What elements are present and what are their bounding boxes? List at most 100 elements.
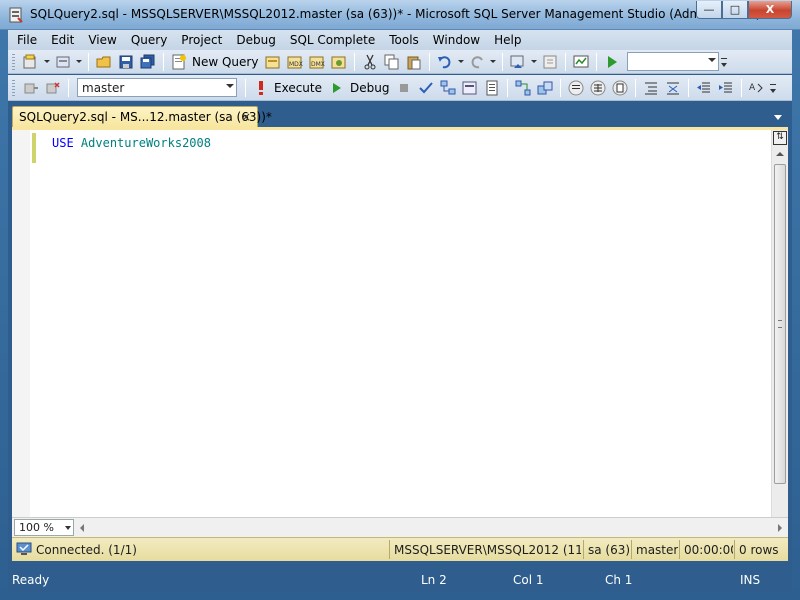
results-to-file-icon[interactable] bbox=[612, 80, 628, 96]
include-actual-plan-icon[interactable] bbox=[515, 80, 531, 96]
menu-sql-complete[interactable]: SQL Complete bbox=[283, 30, 382, 50]
menu-file[interactable]: File bbox=[10, 30, 44, 50]
available-databases-combo[interactable]: master bbox=[77, 78, 237, 97]
new-query-icon[interactable] bbox=[171, 54, 187, 70]
status-line: Ln 2 bbox=[421, 573, 447, 587]
toolbar-grip[interactable] bbox=[12, 53, 15, 70]
new-query-button[interactable]: New Query bbox=[192, 55, 258, 69]
chevron-down-icon[interactable] bbox=[531, 60, 538, 63]
copy-icon[interactable] bbox=[384, 54, 400, 70]
status-login: sa (63) bbox=[583, 540, 629, 559]
results-to-grid-icon[interactable] bbox=[590, 80, 606, 96]
toolbar-options-icon[interactable] bbox=[769, 80, 777, 96]
chevron-down-icon[interactable] bbox=[76, 60, 82, 63]
title-bar[interactable]: SQLQuery2.sql - MSSQLSERVER\MSSQL2012.ma… bbox=[0, 0, 800, 30]
chevron-down-icon[interactable] bbox=[44, 60, 50, 63]
scroll-left-icon[interactable] bbox=[80, 524, 84, 532]
zoom-combo[interactable]: 100 % bbox=[14, 519, 74, 536]
toolbar-separator bbox=[502, 52, 504, 71]
status-elapsed-time: 00:00:00 bbox=[679, 540, 733, 559]
save-all-icon[interactable] bbox=[140, 54, 156, 70]
connect-icon[interactable] bbox=[23, 80, 39, 96]
display-estimated-plan-icon[interactable] bbox=[440, 80, 456, 96]
paste-icon[interactable] bbox=[406, 54, 422, 70]
debug-button[interactable]: Debug bbox=[350, 81, 389, 95]
toolbar-separator bbox=[354, 52, 356, 71]
open-folder-icon[interactable] bbox=[96, 54, 112, 70]
query-options-icon[interactable] bbox=[462, 80, 478, 96]
save-icon[interactable] bbox=[118, 54, 134, 70]
new-project-icon[interactable] bbox=[23, 54, 39, 70]
menu-debug[interactable]: Debug bbox=[229, 30, 282, 50]
maximize-button[interactable]: □ bbox=[722, 1, 748, 19]
toolbar-separator bbox=[560, 78, 562, 97]
ssms-app-icon[interactable] bbox=[8, 7, 24, 23]
menu-view[interactable]: View bbox=[81, 30, 123, 50]
vertical-scrollbar[interactable]: ⇅ bbox=[771, 130, 788, 537]
horizontal-scrollbar[interactable]: 100 % bbox=[12, 517, 788, 537]
scroll-right-icon[interactable] bbox=[778, 524, 782, 532]
change-connection-icon[interactable] bbox=[45, 80, 61, 96]
query-status-bar: Connected. (1/1) MSSQLSERVER\MSSQL2012 (… bbox=[12, 537, 788, 561]
increase-indent-icon[interactable] bbox=[718, 80, 734, 96]
execute-button[interactable]: Execute bbox=[274, 81, 322, 95]
redo-icon[interactable] bbox=[469, 54, 485, 70]
toolbar-options-icon[interactable] bbox=[720, 54, 728, 70]
active-files-dropdown-icon[interactable] bbox=[774, 115, 782, 120]
scroll-up-icon[interactable] bbox=[776, 152, 784, 156]
query-editor[interactable]: USE AdventureWorks2008 ⇅ bbox=[12, 127, 788, 537]
menu-project[interactable]: Project bbox=[174, 30, 229, 50]
svg-text:MDX: MDX bbox=[289, 61, 303, 68]
start-debugging-icon[interactable] bbox=[604, 54, 620, 70]
navigate-forward-icon[interactable] bbox=[542, 54, 558, 70]
client-statistics-icon[interactable] bbox=[537, 80, 553, 96]
menu-bar: File Edit View Query Project Debug SQL C… bbox=[8, 30, 792, 50]
cut-icon[interactable] bbox=[362, 54, 378, 70]
status-insert-mode: INS bbox=[740, 573, 761, 587]
connection-status: Connected. (1/1) bbox=[36, 543, 137, 557]
chevron-down-icon bbox=[65, 526, 71, 530]
cancel-query-icon[interactable] bbox=[396, 80, 412, 96]
toolbar-separator bbox=[68, 78, 69, 97]
solution-configuration-combo[interactable] bbox=[627, 52, 720, 71]
comment-out-icon[interactable] bbox=[643, 80, 659, 96]
code-line[interactable]: USE AdventureWorks2008 bbox=[52, 136, 211, 150]
analysis-services-xmla-query-icon[interactable] bbox=[331, 54, 347, 70]
status-ready: Ready bbox=[12, 573, 50, 587]
chevron-down-icon[interactable] bbox=[490, 60, 497, 63]
decrease-indent-icon[interactable] bbox=[696, 80, 712, 96]
execute-icon[interactable] bbox=[253, 80, 269, 96]
chevron-down-icon[interactable] bbox=[458, 60, 465, 63]
uncomment-icon[interactable] bbox=[665, 80, 681, 96]
status-server: MSSQLSERVER\MSSQL2012 (11.0... bbox=[389, 540, 581, 559]
scrollbar-thumb[interactable] bbox=[774, 164, 786, 484]
status-row-count: 0 rows bbox=[734, 540, 788, 559]
add-item-icon[interactable] bbox=[55, 54, 71, 70]
intellisense-icon[interactable] bbox=[484, 80, 500, 96]
results-to-text-icon[interactable] bbox=[568, 80, 584, 96]
parse-icon[interactable] bbox=[418, 80, 434, 96]
minimize-button[interactable]: — bbox=[696, 1, 722, 19]
menu-window[interactable]: Window bbox=[426, 30, 487, 50]
menu-edit[interactable]: Edit bbox=[44, 30, 81, 50]
activity-monitor-icon[interactable] bbox=[573, 54, 589, 70]
toolbar-grip[interactable] bbox=[12, 79, 15, 96]
close-icon[interactable]: × bbox=[241, 110, 251, 124]
split-window-icon[interactable]: ⇅ bbox=[773, 131, 787, 145]
analysis-services-dmx-query-icon[interactable]: DMX bbox=[309, 54, 325, 70]
menu-help[interactable]: Help bbox=[487, 30, 528, 50]
specify-template-values-icon[interactable]: A bbox=[749, 80, 765, 96]
navigate-backward-icon[interactable] bbox=[510, 54, 526, 70]
tab-sqlquery2[interactable]: SQLQuery2.sql - MS...12.master (sa (63))… bbox=[12, 106, 272, 127]
connected-icon bbox=[16, 542, 32, 555]
close-button[interactable]: X bbox=[748, 1, 792, 19]
undo-icon[interactable] bbox=[437, 54, 453, 70]
document-tab-strip: SQLQuery2.sql - MS...12.master (sa (63))… bbox=[8, 102, 792, 127]
client-area: File Edit View Query Project Debug SQL C… bbox=[8, 30, 792, 592]
menu-tools[interactable]: Tools bbox=[382, 30, 426, 50]
toolbar-separator bbox=[507, 78, 509, 97]
menu-query[interactable]: Query bbox=[124, 30, 174, 50]
analysis-services-mdx-query-icon[interactable]: MDX bbox=[287, 54, 303, 70]
debug-icon[interactable] bbox=[329, 80, 345, 96]
database-engine-query-icon[interactable] bbox=[265, 54, 281, 70]
